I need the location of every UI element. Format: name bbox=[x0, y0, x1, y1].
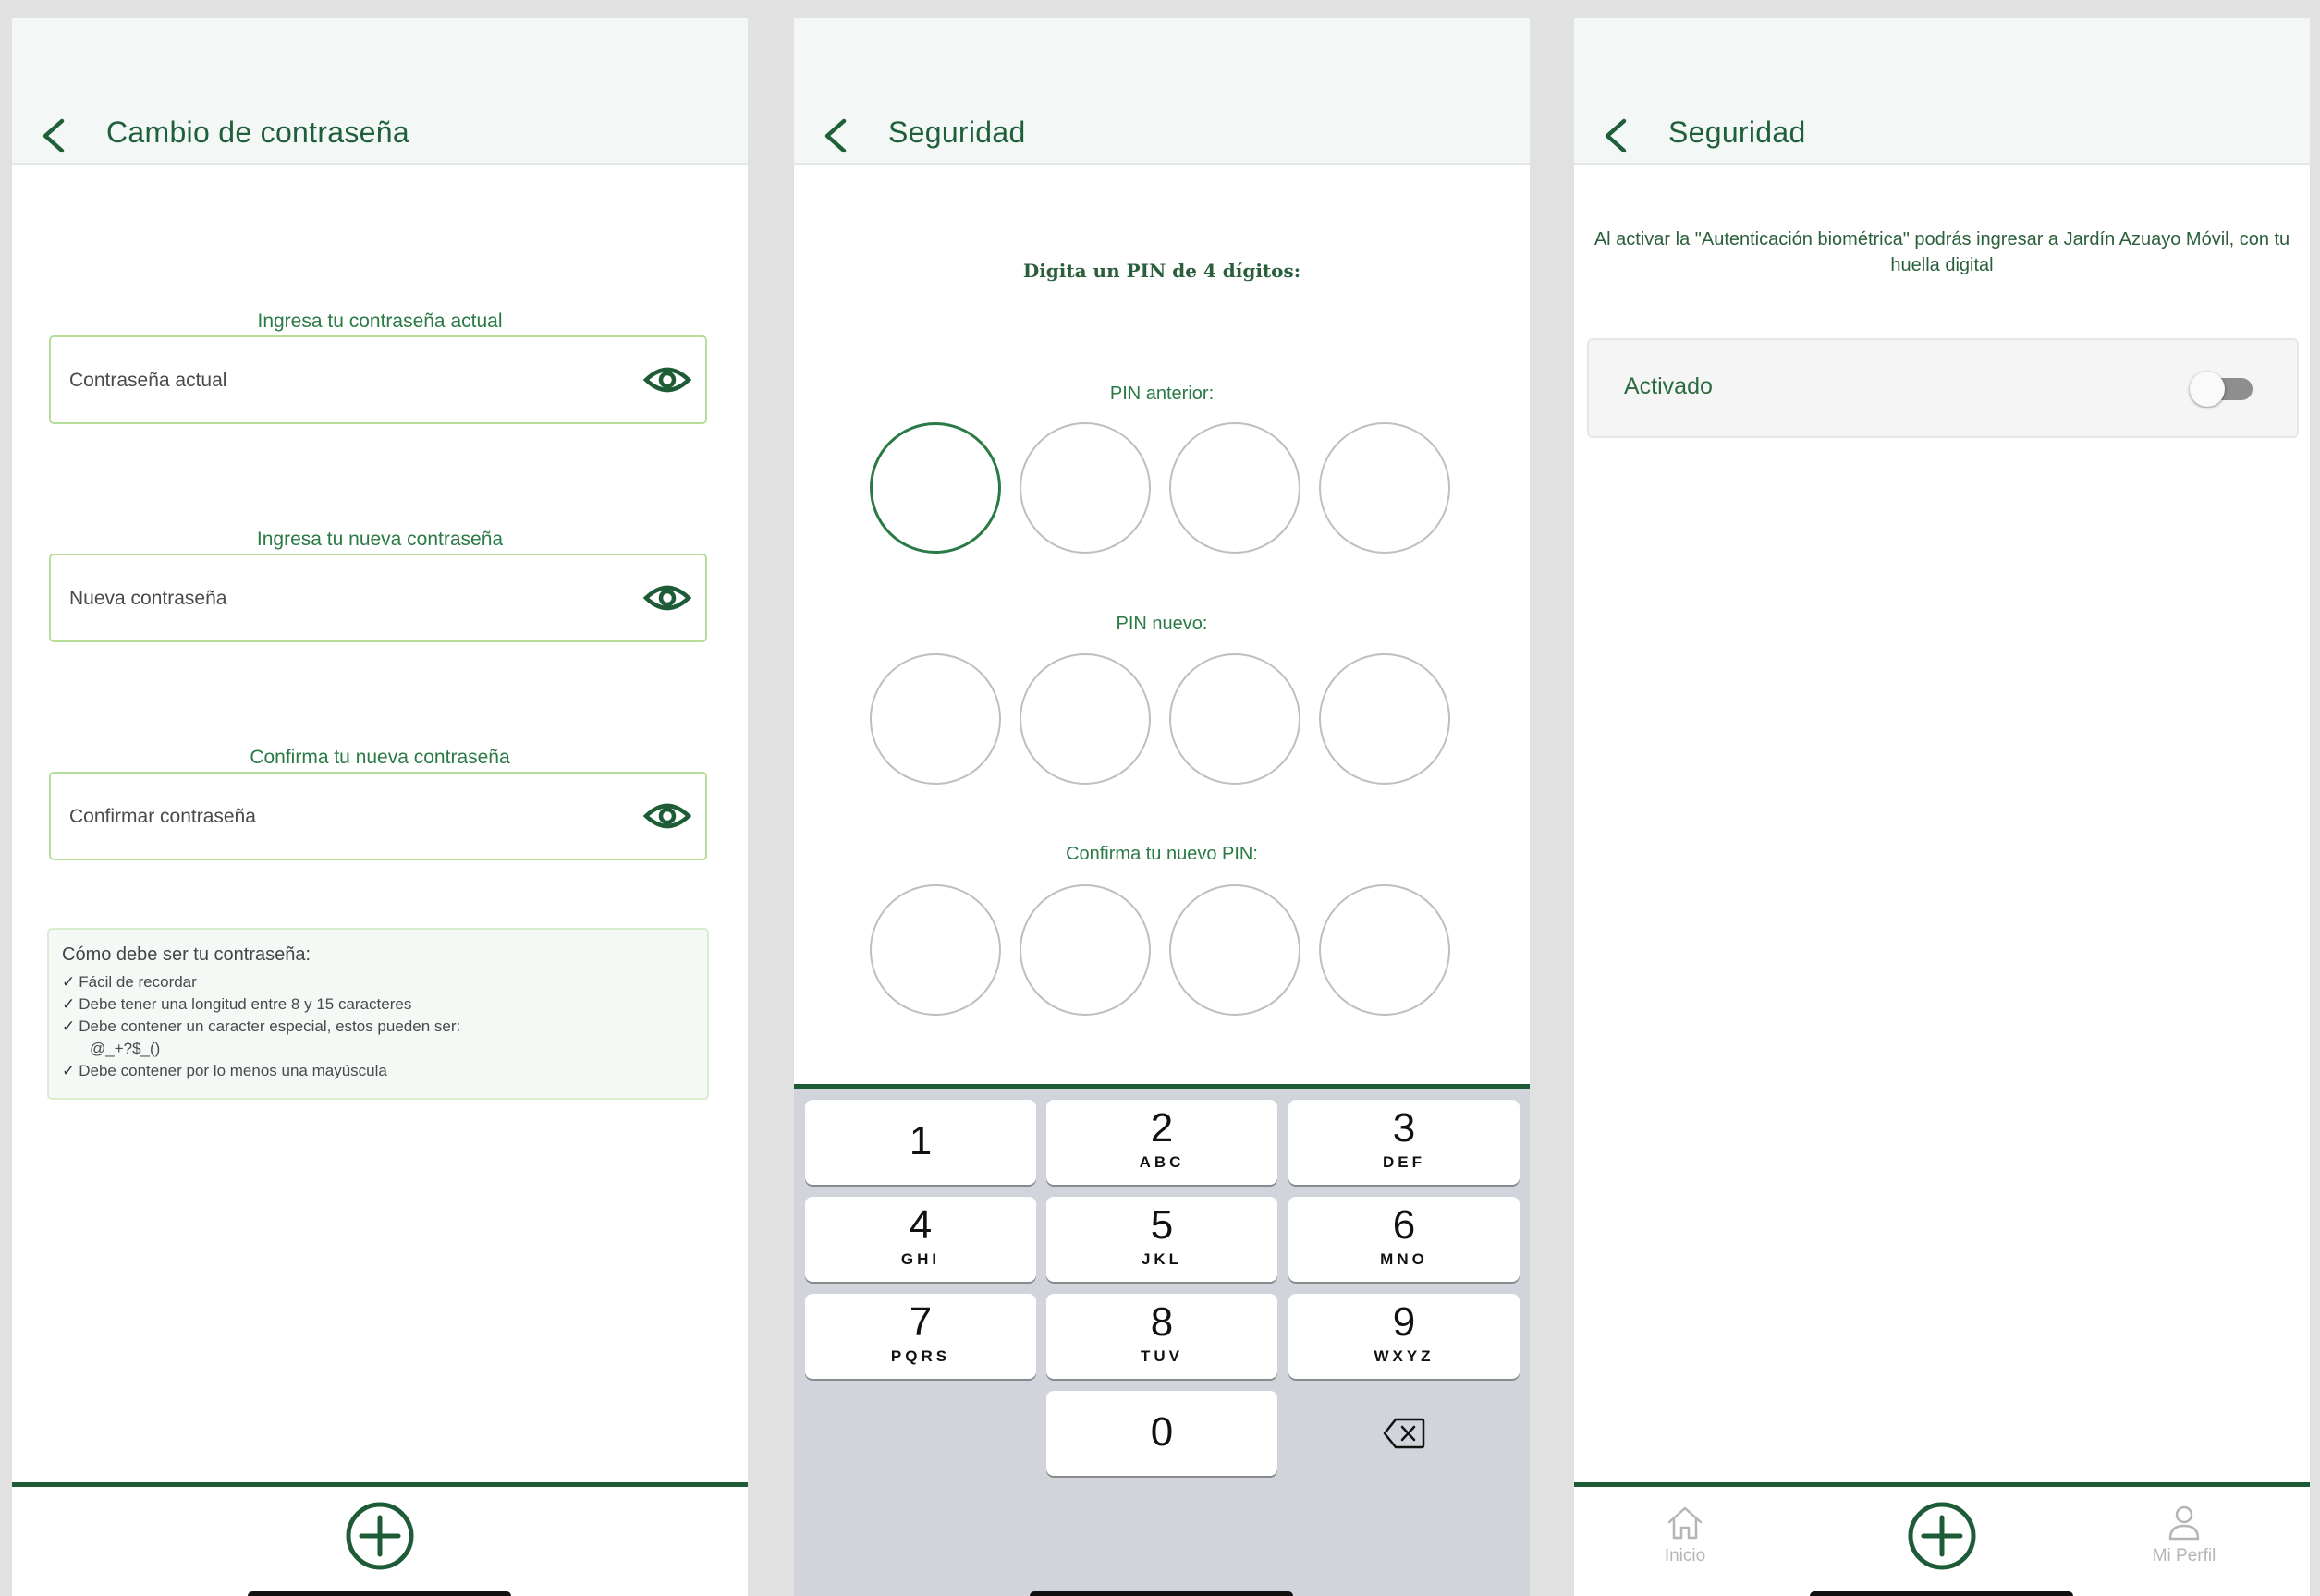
page-title: Seguridad bbox=[888, 116, 1026, 149]
confirm-pin-input bbox=[870, 884, 1461, 1019]
confirm-password-field bbox=[49, 772, 707, 860]
key-4[interactable]: 4 GHI bbox=[805, 1197, 1036, 1282]
pin-digit-circle[interactable] bbox=[1319, 653, 1450, 785]
confirm-pin-label: Confirma tu nuevo PIN: bbox=[1066, 844, 1258, 864]
current-password-field bbox=[49, 335, 707, 424]
key-8[interactable]: 8 TUV bbox=[1046, 1294, 1277, 1379]
page-title: Cambio de contraseña bbox=[106, 116, 409, 149]
current-password-input[interactable] bbox=[67, 337, 626, 424]
nav-home[interactable]: Inicio bbox=[1620, 1502, 1750, 1566]
biometric-toggle[interactable] bbox=[2190, 372, 2258, 407]
bottom-bar bbox=[12, 1482, 748, 1596]
nav-home-label: Inicio bbox=[1664, 1546, 1706, 1566]
pin-digit-circle[interactable] bbox=[870, 653, 1001, 785]
confirm-password-label: Confirma tu nueva contraseña bbox=[250, 747, 510, 768]
pin-digit-circle[interactable] bbox=[1319, 422, 1450, 554]
header: Seguridad bbox=[1574, 18, 2310, 165]
key-2[interactable]: 2 ABC bbox=[1046, 1100, 1277, 1185]
backspace-key[interactable] bbox=[1288, 1391, 1520, 1476]
pin-digit-circle[interactable] bbox=[1020, 884, 1151, 1016]
rule-item: ✓ Debe contener un caracter especial, est… bbox=[62, 1017, 461, 1035]
home-indicator[interactable] bbox=[248, 1591, 511, 1596]
new-password-label: Ingresa tu nueva contraseña bbox=[256, 529, 504, 550]
key-7[interactable]: 7 PQRS bbox=[805, 1294, 1036, 1379]
key-1[interactable]: 1 bbox=[805, 1100, 1036, 1185]
biometric-toggle-card: Activado bbox=[1587, 338, 2299, 438]
pin-heading: Digita un PIN de 4 dígitos: bbox=[1022, 260, 1301, 282]
header: Cambio de contraseña bbox=[12, 18, 748, 165]
pin-digit-circle[interactable] bbox=[1169, 422, 1300, 554]
check-icon: ✓ bbox=[62, 995, 76, 1013]
pin-digit-circle[interactable] bbox=[870, 884, 1001, 1016]
key-3[interactable]: 3 DEF bbox=[1288, 1100, 1520, 1185]
nav-profile-label: Mi Perfil bbox=[2152, 1546, 2216, 1566]
backspace-icon bbox=[1383, 1418, 1425, 1449]
eye-icon[interactable] bbox=[642, 361, 692, 398]
back-arrow-icon[interactable] bbox=[1596, 114, 1637, 158]
check-icon: ✓ bbox=[62, 1017, 76, 1035]
eye-icon[interactable] bbox=[642, 579, 692, 616]
numeric-keyboard: 1 2 ABC 3 DEF 4 GHI 5 JKL 6 MNO 7 PQRS 8… bbox=[794, 1084, 1530, 1596]
pin-digit-circle[interactable] bbox=[1169, 884, 1300, 1016]
password-change-screen: Cambio de contraseña Ingresa tu contrase… bbox=[12, 18, 748, 1596]
home-icon bbox=[1667, 1506, 1703, 1540]
new-password-input[interactable] bbox=[67, 555, 626, 642]
pin-digit-circle[interactable] bbox=[1020, 422, 1151, 554]
page-title: Seguridad bbox=[1668, 116, 1806, 149]
new-password-field bbox=[49, 554, 707, 642]
key-5[interactable]: 5 JKL bbox=[1046, 1197, 1277, 1282]
pin-digit-circle[interactable] bbox=[1319, 884, 1450, 1016]
home-indicator[interactable] bbox=[1810, 1591, 2073, 1596]
confirm-password-input[interactable] bbox=[67, 774, 626, 860]
toggle-knob bbox=[2190, 372, 2225, 407]
eye-icon[interactable] bbox=[642, 798, 692, 835]
nav-profile[interactable]: Mi Perfil bbox=[2119, 1502, 2249, 1566]
current-password-label: Ingresa tu contraseña actual bbox=[257, 311, 503, 332]
old-pin-label: PIN anterior: bbox=[1109, 384, 1215, 404]
rule-special-characters: @_+?$_() bbox=[90, 1040, 161, 1057]
new-pin-input bbox=[870, 653, 1461, 788]
rule-item: ✓ Fácil de recordar bbox=[62, 973, 197, 991]
header: Seguridad bbox=[794, 18, 1530, 165]
pin-digit-circle[interactable] bbox=[1169, 653, 1300, 785]
home-indicator[interactable] bbox=[1030, 1591, 1293, 1596]
biometric-screen: Seguridad Al activar la "Autenticación b… bbox=[1574, 18, 2310, 1596]
key-9[interactable]: 9 WXYZ bbox=[1288, 1294, 1520, 1379]
key-6[interactable]: 6 MNO bbox=[1288, 1197, 1520, 1282]
add-circle-icon[interactable] bbox=[1906, 1500, 1978, 1572]
back-arrow-icon[interactable] bbox=[34, 114, 75, 158]
pin-digit-circle[interactable] bbox=[1020, 653, 1151, 785]
rules-title: Cómo debe ser tu contraseña: bbox=[62, 944, 311, 965]
check-icon: ✓ bbox=[62, 973, 76, 991]
key-0[interactable]: 0 bbox=[1046, 1391, 1277, 1476]
check-icon: ✓ bbox=[62, 1062, 76, 1079]
back-arrow-icon[interactable] bbox=[816, 114, 857, 158]
add-circle-icon[interactable] bbox=[344, 1500, 416, 1572]
old-pin-input bbox=[870, 422, 1461, 557]
bottom-navigation: Inicio Mi Perfil bbox=[1574, 1482, 2310, 1596]
password-rules-box: Cómo debe ser tu contraseña: ✓ Fácil de r… bbox=[47, 928, 709, 1100]
pin-digit-circle[interactable] bbox=[870, 422, 1001, 554]
rules-list: ✓ Fácil de recordar ✓ Debe tener una longi… bbox=[62, 971, 694, 1082]
rule-item: ✓ Debe tener una longitud entre 8 y 15 ca… bbox=[62, 995, 412, 1013]
toggle-label: Activado bbox=[1624, 373, 1713, 399]
new-pin-label: PIN nuevo: bbox=[1116, 614, 1208, 634]
pin-screen: Seguridad Digita un PIN de 4 dígitos: PI… bbox=[794, 18, 1530, 1596]
biometric-description: Al activar la "Autenticación biométrica"… bbox=[1593, 229, 2290, 275]
user-icon bbox=[2168, 1505, 2200, 1541]
rule-item: ✓ Debe contener por lo menos una mayúscul… bbox=[62, 1062, 387, 1079]
